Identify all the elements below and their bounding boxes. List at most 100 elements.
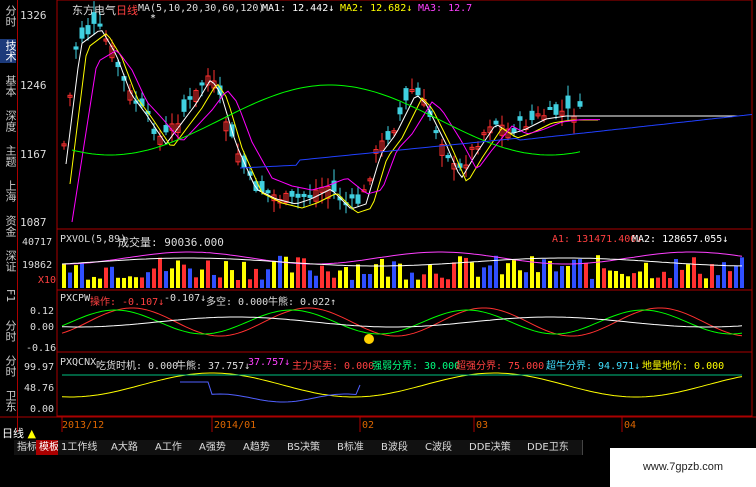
volume-bar (362, 273, 366, 288)
volume-bar (314, 275, 318, 288)
side-tab[interactable]: 卫东 (0, 389, 16, 413)
volume-bar (452, 262, 456, 288)
bottom-tab[interactable]: 1工作线 (58, 440, 109, 455)
candle (163, 125, 169, 133)
candle (181, 99, 187, 112)
ma-params: MA(5,10,20,30,60,120) (138, 3, 265, 14)
volume-bar (74, 265, 78, 288)
volume-bar (164, 271, 168, 288)
side-tab[interactable]: 分时 (0, 319, 16, 343)
volume-bar (320, 265, 324, 288)
volume-bar (80, 262, 84, 288)
volume-bar (608, 270, 612, 288)
volume-bar (590, 278, 594, 288)
bottom-tab[interactable]: B标准 (334, 440, 379, 455)
bottom-tab[interactable]: B波段 (378, 440, 423, 455)
candle (445, 155, 451, 159)
volume-bar (224, 261, 228, 288)
volume-bar (686, 264, 690, 288)
side-tab[interactable]: 基本 (0, 74, 16, 98)
volume-bar (356, 264, 360, 288)
side-tab[interactable]: 上海 (0, 179, 16, 203)
volume-bar (518, 270, 522, 288)
volume-bar (194, 277, 198, 288)
star-mark: * (150, 13, 157, 24)
bottom-tab[interactable]: BS决策 (284, 440, 335, 455)
pxcpw-op: 操作: -0.107↓ (90, 297, 165, 308)
period-selector[interactable]: 日线 ▲ (2, 425, 36, 441)
volume-bar (698, 273, 702, 288)
volume-bar (662, 271, 666, 288)
volume-bar (704, 278, 708, 288)
bottom-tab[interactable]: C波段 (422, 440, 467, 455)
side-tab[interactable]: 主题 (0, 144, 16, 168)
volume-bar (206, 260, 210, 288)
ma2-value: MA2: 12.682↓ (340, 3, 413, 14)
volume-bar (374, 264, 378, 288)
side-tab[interactable]: F1 (0, 284, 16, 308)
volume-bar (410, 272, 414, 288)
side-tab[interactable]: 深度 (0, 109, 16, 133)
price-tick: 1246 (20, 79, 47, 92)
volume-bar (506, 263, 510, 288)
volume-bar (200, 269, 204, 288)
side-tab[interactable]: 资金 (0, 214, 16, 238)
pxcpw-red-line (61, 307, 743, 337)
volume-bar (338, 270, 342, 288)
bottom-tab[interactable]: A大路 (108, 440, 153, 455)
side-tab[interactable]: 技术 (0, 39, 16, 63)
volume-bar (680, 269, 684, 288)
pxqcnx-tick: 48.76 (24, 383, 55, 394)
candle (307, 194, 313, 198)
pxcpw-white-line (61, 316, 743, 328)
smiley-icon (364, 334, 374, 344)
volume-bar (602, 268, 606, 288)
pxqcnx-title: PXQCNX (60, 357, 97, 368)
pxqcnx-strong-split: 超强分界: 75.000 (456, 361, 545, 372)
candle (493, 120, 499, 125)
bottom-tab[interactable]: A强势 (196, 440, 241, 455)
volume-bar (734, 265, 738, 288)
bottom-tab[interactable]: 模板 (36, 440, 59, 455)
volume-bar (386, 276, 390, 288)
volume-bar (110, 266, 114, 288)
side-tab[interactable]: 分时 (0, 4, 16, 28)
volume-bar (248, 279, 252, 288)
volume-bar (176, 260, 180, 288)
bottom-tab[interactable]: A工作 (152, 440, 197, 455)
volume-bar (242, 261, 246, 288)
volume-bar (128, 276, 132, 288)
volume-bar (380, 258, 384, 288)
volume-bar (62, 264, 66, 288)
pxqcnx-tick: 0.00 (30, 404, 55, 415)
volume-bar (290, 272, 294, 288)
volume-bar (104, 267, 108, 288)
side-tab[interactable]: 分时 (0, 354, 16, 378)
volume-bar (416, 279, 420, 288)
volume-bar (470, 262, 474, 288)
volume-bar (86, 279, 90, 288)
ma3-value: MA3: 12.7 (418, 3, 473, 14)
volume-bar (68, 272, 72, 288)
side-tab[interactable]: 深证 (0, 249, 16, 273)
volume-bar (332, 277, 336, 288)
pxcpw-tick: 0.00 (30, 322, 55, 333)
volume-bar (512, 260, 516, 288)
bottom-tab[interactable]: DDE卫东 (524, 440, 583, 455)
bottom-tab[interactable]: 指标 (14, 440, 37, 455)
pxqcnx-bottom: 地量地价: 0.000 (642, 361, 725, 372)
volume-bar (422, 274, 426, 288)
price-tick: 1326 (20, 9, 47, 22)
volume-bar (626, 276, 630, 288)
volume-bar (710, 264, 714, 288)
volume-bar (350, 279, 354, 288)
volume-bar (122, 277, 126, 288)
bottom-tab[interactable]: DDE决策 (466, 440, 525, 455)
candle (301, 193, 307, 197)
volume-bar (116, 277, 120, 288)
bottom-tab[interactable]: A趋势 (240, 440, 285, 455)
volume-bar (92, 276, 96, 288)
watermark: www.7gpzb.com (610, 448, 756, 487)
volume-bar (728, 271, 732, 288)
candle (151, 128, 157, 134)
